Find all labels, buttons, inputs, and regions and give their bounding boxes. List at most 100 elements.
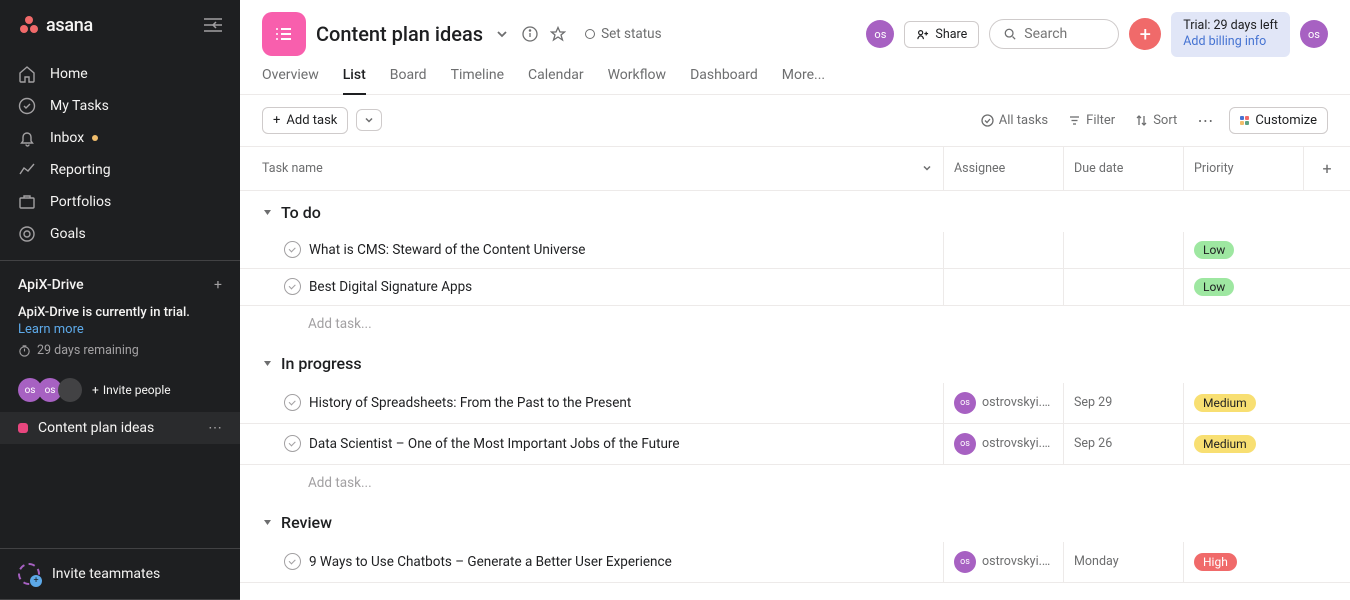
- tab-board[interactable]: Board: [390, 67, 427, 94]
- tab-more[interactable]: More...: [782, 67, 825, 94]
- tab-calendar[interactable]: Calendar: [528, 67, 584, 94]
- star-icon[interactable]: [549, 25, 567, 43]
- task-name: 9 Ways to Use Chatbots – Generate a Bett…: [309, 554, 672, 570]
- add-task-button[interactable]: + Add task: [262, 107, 348, 134]
- nav-my-tasks[interactable]: My Tasks: [0, 90, 240, 122]
- complete-task-icon[interactable]: [284, 278, 301, 295]
- trial-block: ApiX-Drive is currently in trial. Learn …: [0, 299, 240, 368]
- global-add-button[interactable]: +: [1129, 18, 1161, 50]
- task-row[interactable]: Data Scientist – One of the Most Importa…: [240, 424, 1350, 465]
- task-priority[interactable]: Medium: [1184, 383, 1350, 423]
- user-avatar[interactable]: os: [1300, 20, 1328, 48]
- info-icon[interactable]: [521, 25, 539, 43]
- workspace-name: ApiX-Drive: [18, 277, 84, 293]
- invite-teammates-icon: +: [18, 563, 40, 585]
- collapse-sidebar-icon[interactable]: [204, 18, 222, 32]
- tab-dashboard[interactable]: Dashboard: [690, 67, 758, 94]
- tab-timeline[interactable]: Timeline: [451, 67, 504, 94]
- task-due-date[interactable]: Sep 29: [1064, 383, 1184, 423]
- complete-task-icon[interactable]: [284, 435, 301, 452]
- bell-icon: [18, 129, 36, 147]
- search-icon: [1004, 27, 1016, 41]
- task-due-date[interactable]: [1064, 232, 1184, 268]
- plus-icon[interactable]: +: [214, 277, 222, 293]
- nav-label: Home: [50, 66, 88, 82]
- complete-task-icon[interactable]: [284, 241, 301, 258]
- trial-remaining: 29 days remaining: [18, 343, 222, 358]
- invite-teammates-button[interactable]: + Invite teammates: [0, 548, 240, 600]
- column-due-date[interactable]: Due date: [1064, 147, 1184, 190]
- add-column-button[interactable]: +: [1304, 147, 1350, 190]
- column-task-name[interactable]: Task name: [240, 147, 944, 190]
- task-assignee[interactable]: [944, 269, 1064, 305]
- tab-overview[interactable]: Overview: [262, 67, 319, 94]
- task-name: Best Digital Signature Apps: [309, 279, 472, 295]
- task-due-date[interactable]: Monday: [1064, 542, 1184, 582]
- task-row[interactable]: 9 Ways to Use Chatbots – Generate a Bett…: [240, 542, 1350, 583]
- task-assignee[interactable]: osostrovskyi.s...: [944, 383, 1064, 423]
- project-content-plan-ideas[interactable]: Content plan ideas ⋯: [0, 412, 240, 444]
- section-review[interactable]: Review: [240, 501, 1350, 542]
- task-due-date[interactable]: Sep 26: [1064, 424, 1184, 464]
- complete-task-icon[interactable]: [284, 553, 301, 570]
- task-assignee[interactable]: [944, 232, 1064, 268]
- add-task-inline[interactable]: Add task...: [240, 465, 1350, 501]
- status-circle-icon: [585, 29, 595, 39]
- project-icon[interactable]: [262, 12, 306, 56]
- unread-indicator: [92, 135, 98, 141]
- tab-list[interactable]: List: [343, 67, 366, 95]
- sort-button[interactable]: Sort: [1129, 109, 1183, 132]
- nav-list: Home My Tasks Inbox Reporting Portfolios…: [0, 54, 240, 254]
- task-row[interactable]: What is CMS: Steward of the Content Univ…: [240, 232, 1350, 269]
- column-assignee[interactable]: Assignee: [944, 147, 1064, 190]
- project-color-dot: [18, 423, 28, 433]
- task-priority[interactable]: High: [1184, 542, 1350, 582]
- project-title: Content plan ideas: [316, 22, 483, 46]
- task-name: What is CMS: Steward of the Content Univ…: [309, 242, 585, 258]
- task-priority[interactable]: Low: [1184, 269, 1350, 305]
- tab-workflow[interactable]: Workflow: [608, 67, 667, 94]
- filter-button[interactable]: Filter: [1062, 109, 1121, 132]
- task-priority[interactable]: Medium: [1184, 424, 1350, 464]
- invite-people-button[interactable]: + Invite people: [92, 383, 171, 397]
- nav-goals[interactable]: Goals: [0, 218, 240, 250]
- search-input[interactable]: [989, 19, 1119, 49]
- workspace-header[interactable]: ApiX-Drive +: [0, 267, 240, 299]
- home-icon: [18, 65, 36, 83]
- set-status-button[interactable]: Set status: [585, 26, 662, 42]
- trial-learn-more-link[interactable]: Learn more: [18, 322, 222, 337]
- members-row: os os + Invite people: [0, 368, 240, 412]
- chevron-down-icon[interactable]: [493, 25, 511, 43]
- avatar-empty[interactable]: [58, 378, 82, 402]
- task-row[interactable]: Best Digital Signature Apps Low: [240, 269, 1350, 306]
- add-task-inline[interactable]: Add task...: [240, 306, 1350, 342]
- nav-inbox[interactable]: Inbox: [0, 122, 240, 154]
- task-assignee[interactable]: osostrovskyi.s...: [944, 542, 1064, 582]
- nav-label: Portfolios: [50, 194, 111, 210]
- task-due-date[interactable]: [1064, 269, 1184, 305]
- nav-label: Goals: [50, 226, 86, 242]
- task-row[interactable]: History of Spreadsheets: From the Past t…: [240, 383, 1350, 424]
- section-in-progress[interactable]: In progress: [240, 342, 1350, 383]
- plus-icon: +: [92, 383, 99, 397]
- nav-reporting[interactable]: Reporting: [0, 154, 240, 186]
- toolbar-more-icon[interactable]: ⋯: [1191, 107, 1221, 134]
- share-button[interactable]: Share: [904, 21, 979, 48]
- section-to-do[interactable]: To do: [240, 191, 1350, 232]
- column-priority[interactable]: Priority: [1184, 147, 1304, 190]
- task-priority[interactable]: Low: [1184, 232, 1350, 268]
- more-icon[interactable]: ⋯: [208, 420, 222, 436]
- add-task-dropdown[interactable]: [356, 109, 382, 131]
- trial-badge[interactable]: Trial: 29 days left Add billing info: [1171, 12, 1290, 57]
- add-billing-link[interactable]: Add billing info: [1183, 34, 1278, 50]
- customize-button[interactable]: Customize: [1229, 107, 1328, 134]
- nav-portfolios[interactable]: Portfolios: [0, 186, 240, 218]
- member-avatar[interactable]: os: [866, 20, 894, 48]
- task-assignee[interactable]: osostrovskyi.s...: [944, 424, 1064, 464]
- all-tasks-filter[interactable]: All tasks: [975, 109, 1054, 132]
- complete-task-icon[interactable]: [284, 394, 301, 411]
- task-sections: To do What is CMS: Steward of the Conten…: [240, 191, 1350, 600]
- task-name: Data Scientist – One of the Most Importa…: [309, 436, 680, 452]
- logo[interactable]: asana: [18, 14, 93, 36]
- nav-home[interactable]: Home: [0, 58, 240, 90]
